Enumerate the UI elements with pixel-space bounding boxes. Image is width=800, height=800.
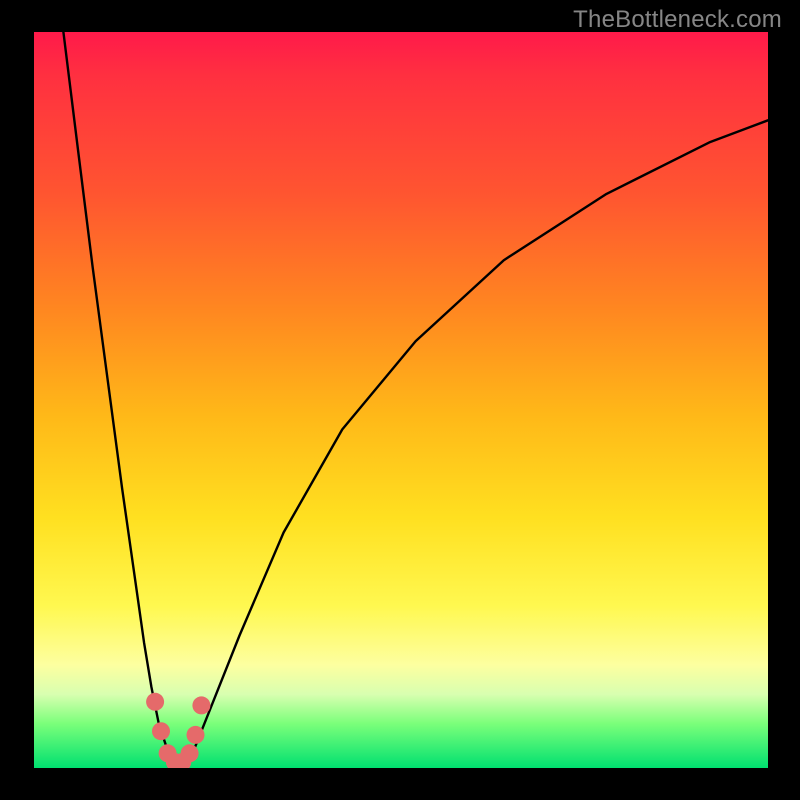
chart-svg xyxy=(34,32,768,768)
bottleneck-dot xyxy=(192,696,210,714)
curve-path xyxy=(63,32,768,764)
bottleneck-dot xyxy=(187,726,205,744)
bottleneck-dot xyxy=(181,744,199,762)
chart-frame: TheBottleneck.com xyxy=(0,0,800,800)
bottleneck-dot xyxy=(152,722,170,740)
watermark-text: TheBottleneck.com xyxy=(573,6,782,34)
bottleneck-dot xyxy=(146,693,164,711)
chart-plot-area xyxy=(34,32,768,768)
bottleneck-dots xyxy=(146,693,210,768)
